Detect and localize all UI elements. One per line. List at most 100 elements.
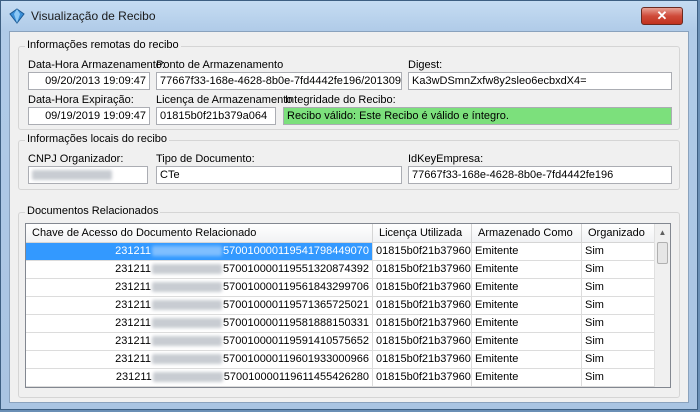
key-cell[interactable]: 231211 570010000119561843299706 bbox=[26, 279, 373, 297]
redacted-value bbox=[151, 282, 222, 293]
digest-label: Digest: bbox=[408, 59, 443, 71]
column-header-key[interactable]: Chave de Acesso do Documento Relacionado bbox=[26, 224, 373, 242]
redacted-value bbox=[151, 246, 222, 257]
key-prefix: 231211 bbox=[115, 281, 151, 293]
key-suffix: 570010000119551320874392 bbox=[222, 263, 369, 275]
key-suffix: 57001000011954179844907​0 bbox=[222, 245, 369, 257]
key-suffix: 570010000119571365725021 bbox=[222, 299, 369, 311]
key-cell[interactable]: 231211 570010000119581888150331 bbox=[26, 315, 373, 333]
integrity-label: Integridade do Recibo: bbox=[285, 94, 396, 106]
column-header-stored-as[interactable]: Armazenado Como bbox=[472, 224, 582, 242]
vertical-scrollbar[interactable]: ▲ bbox=[654, 224, 670, 387]
organized-cell[interactable]: Sim bbox=[582, 243, 656, 261]
key-prefix: 231211 bbox=[115, 263, 151, 275]
table-header: Chave de Acesso do Documento Relacionado… bbox=[26, 224, 656, 243]
organized-cell[interactable]: Sim bbox=[582, 315, 656, 333]
stored-as-cell[interactable]: Emitente bbox=[472, 369, 582, 387]
stored-as-cell[interactable]: Emitente bbox=[472, 333, 582, 351]
organized-cell[interactable]: Sim bbox=[582, 333, 656, 351]
license-cell[interactable]: 01815b0f21b3796065 bbox=[373, 351, 472, 369]
redacted-value bbox=[151, 336, 222, 347]
title-bar[interactable]: Visualização de Recibo ✕ bbox=[1, 1, 697, 31]
license-cell[interactable]: 01815b0f21b3796065 bbox=[373, 297, 472, 315]
related-docs-table[interactable]: Chave de Acesso do Documento Relacionado… bbox=[25, 223, 671, 388]
table-row[interactable]: 231211 570010000119601933000966 01815b0f21… bbox=[26, 351, 656, 369]
license-cell[interactable]: 01815b0f21b3796065 bbox=[373, 369, 472, 387]
scroll-thumb[interactable] bbox=[657, 242, 668, 264]
close-button[interactable]: ✕ bbox=[641, 7, 683, 25]
organized-cell[interactable]: Sim bbox=[582, 261, 656, 279]
storage-datetime-field[interactable]: 09/20/2013 19:09:47 bbox=[28, 72, 150, 90]
key-cell[interactable]: 231211 57001000011954179844907​0 bbox=[26, 243, 373, 261]
app-diamond-icon bbox=[9, 8, 25, 24]
remote-info-legend: Informações remotas do recibo bbox=[25, 39, 181, 51]
storage-point-field[interactable]: 77667f33-168e-4628-8b0e-7fd4442fe196/201… bbox=[156, 72, 402, 90]
idkey-label: IdKeyEmpresa: bbox=[408, 153, 484, 165]
stored-as-cell[interactable]: Emitente bbox=[472, 243, 582, 261]
stored-as-cell[interactable]: Emitente bbox=[472, 279, 582, 297]
key-prefix: 231211 bbox=[115, 299, 151, 311]
expiry-field[interactable]: 09/19/2019 19:09:47 bbox=[28, 107, 150, 125]
stored-as-cell[interactable]: Emitente bbox=[472, 297, 582, 315]
license-cell[interactable]: 01815b0f21b3796065 bbox=[373, 333, 472, 351]
license-field[interactable]: 01815b0f21b379a064 bbox=[156, 107, 276, 125]
key-prefix: 231211 bbox=[115, 371, 152, 383]
key-cell[interactable]: 231211 570010000119571365725021 bbox=[26, 297, 373, 315]
license-cell[interactable]: 01815b0f21b3796065 bbox=[373, 279, 472, 297]
key-prefix: 231211 bbox=[115, 317, 151, 329]
stored-as-cell[interactable]: Emitente bbox=[472, 351, 582, 369]
related-docs-legend: Documentos Relacionados bbox=[25, 205, 161, 217]
redacted-value bbox=[32, 170, 112, 181]
integrity-field[interactable]: Recibo válido: Este Recibo é válido e ín… bbox=[283, 107, 672, 125]
storage-point-label: Ponto de Armazenamento bbox=[156, 59, 284, 71]
cnpj-label: CNPJ Organizador: bbox=[28, 153, 124, 165]
organized-cell[interactable]: Sim bbox=[582, 279, 656, 297]
expiry-label: Data-Hora Expiração: bbox=[28, 94, 134, 106]
key-prefix: 231211 bbox=[115, 353, 151, 365]
key-suffix: 570010000119581888150331 bbox=[222, 317, 369, 329]
organized-cell[interactable]: Sim bbox=[582, 369, 656, 387]
cnpj-field[interactable] bbox=[28, 166, 148, 184]
redacted-value bbox=[151, 354, 222, 365]
organized-cell[interactable]: Sim bbox=[582, 351, 656, 369]
redacted-value bbox=[151, 300, 222, 311]
redacted-value bbox=[151, 318, 222, 329]
key-cell[interactable]: 231211 570010000119601933000966 bbox=[26, 351, 373, 369]
digest-field[interactable]: Ka3wDSmnZxfw8y2sleo6ecbxdX4= bbox=[408, 72, 672, 90]
storage-datetime-label: Data-Hora Armazenamento: bbox=[28, 59, 165, 71]
column-header-organized[interactable]: Organizado bbox=[582, 224, 656, 242]
key-suffix: 570010000119611455426280 bbox=[223, 371, 369, 383]
key-cell[interactable]: 231211 570010000119551320874392 bbox=[26, 261, 373, 279]
table-row[interactable]: 231211 570010000119581888150331 01815b0f21… bbox=[26, 315, 656, 333]
receipt-window: Visualização de Recibo ✕ Informações rem… bbox=[0, 0, 698, 410]
redacted-value bbox=[152, 372, 223, 383]
key-suffix: 570010000119591410575652 bbox=[222, 335, 369, 347]
license-cell[interactable]: 01815b0f21b3796065 bbox=[373, 243, 472, 261]
doc-type-label: Tipo de Documento: bbox=[156, 153, 255, 165]
license-cell[interactable]: 01815b0f21b3796065 bbox=[373, 261, 472, 279]
organized-cell[interactable]: Sim bbox=[582, 297, 656, 315]
window-title: Visualização de Recibo bbox=[31, 9, 156, 23]
scroll-up-arrow-icon[interactable]: ▲ bbox=[657, 227, 668, 239]
key-prefix: 231211 bbox=[115, 335, 151, 347]
table-row[interactable]: 231211 570010000119591410575652 01815b0f21… bbox=[26, 333, 656, 351]
license-cell[interactable]: 01815b0f21b3796065 bbox=[373, 315, 472, 333]
license-label: Licença de Armazenamento bbox=[156, 94, 293, 106]
local-info-legend: Informações locais do recibo bbox=[25, 133, 170, 145]
table-row[interactable]: 231211 570010000119571365725021 01815b0f21… bbox=[26, 297, 656, 315]
idkey-field[interactable]: 77667f33-168e-4628-8b0e-7fd4442fe196 bbox=[408, 166, 672, 184]
column-header-license[interactable]: Licença Utilizada bbox=[373, 224, 472, 242]
table-row[interactable]: 231211 570010000119551320874392 01815b0f21… bbox=[26, 261, 656, 279]
key-cell[interactable]: 231211 570010000119611455426280 bbox=[26, 369, 373, 387]
stored-as-cell[interactable]: Emitente bbox=[472, 315, 582, 333]
key-cell[interactable]: 231211 570010000119591410575652 bbox=[26, 333, 373, 351]
key-suffix: 570010000119561843299706 bbox=[222, 281, 369, 293]
table-row[interactable]: 231211 570010000119611455426280 01815b0f21… bbox=[26, 369, 656, 387]
stored-as-cell[interactable]: Emitente bbox=[472, 261, 582, 279]
table-row[interactable]: 231211 57001000011954179844907​0 01815b0f2… bbox=[26, 243, 656, 261]
doc-type-field[interactable]: CTe bbox=[156, 166, 402, 184]
table-row[interactable]: 231211 570010000119561843299706 01815b0f21… bbox=[26, 279, 656, 297]
key-prefix: 231211 bbox=[115, 245, 151, 257]
key-suffix: 570010000119601933000966 bbox=[222, 353, 369, 365]
redacted-value bbox=[151, 264, 222, 275]
